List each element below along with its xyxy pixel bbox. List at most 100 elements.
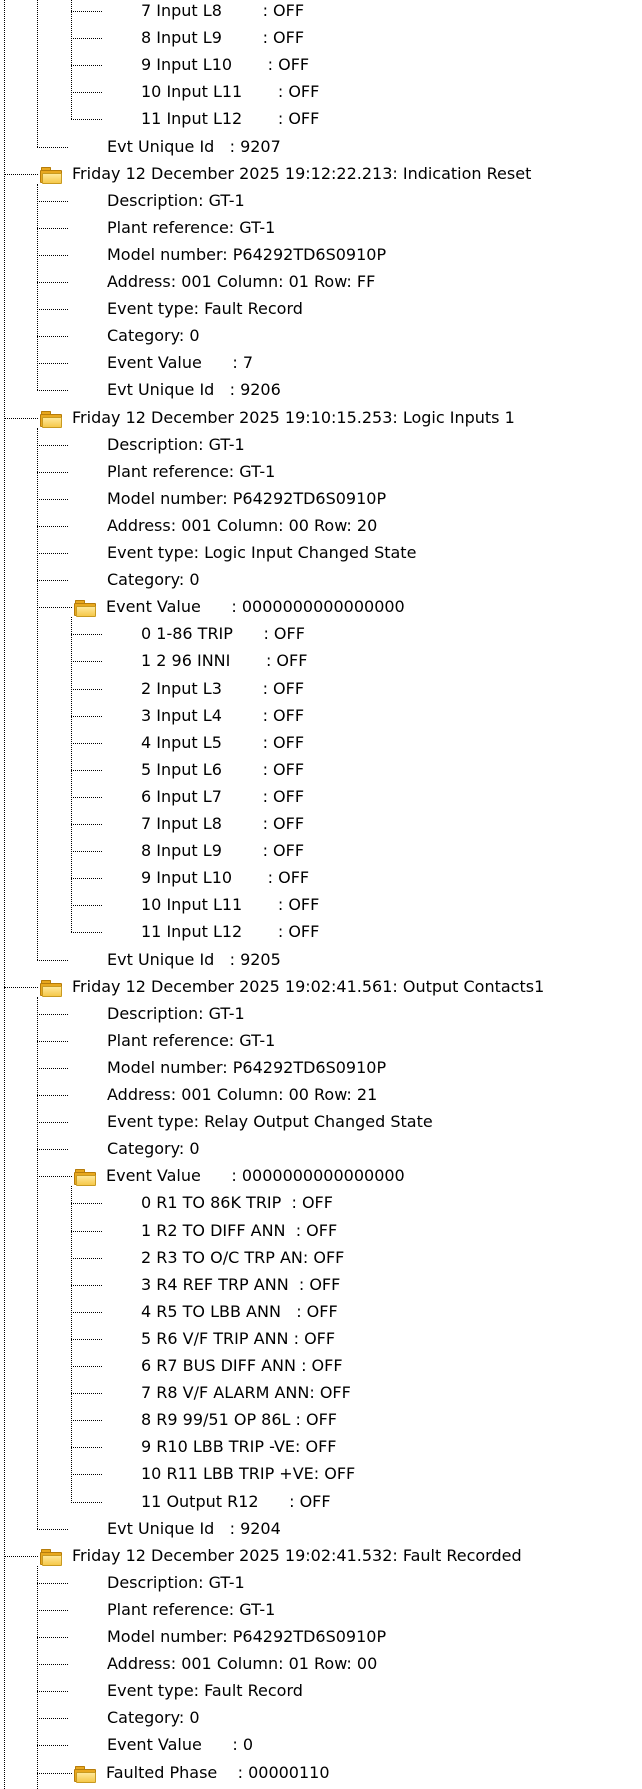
event-tree: 7 Input L8 : OFF 8 Input L9 : OFF 9 Input …: [0, 0, 642, 1789]
event-value-node-label[interactable]: Faulted Phase : 00000110: [106, 1762, 330, 1784]
tree-connector-stub: [37, 1176, 72, 1178]
tree-connector-stub: [37, 525, 68, 527]
event-field-label: Address: 001 Column: 01 Row: 00: [107, 1654, 378, 1674]
tree-connector-stub: [71, 1230, 102, 1232]
tree-connector-stub: [71, 1366, 102, 1367]
tree-connector-stub: [71, 824, 102, 825]
tree-connector-stub: [37, 1609, 68, 1611]
event-field-label: 11 Output R12 : OFF: [141, 1491, 331, 1511]
event-field-label: 3 R4 REF TRP ANN : OFF: [141, 1274, 341, 1294]
event-field-label: Evt Unique Id : 9204: [107, 1518, 281, 1538]
event-field-label: Event Value : 0: [107, 1735, 254, 1755]
tree-connector-stub: [37, 1067, 68, 1069]
event-field-label: 7 Input L8 : OFF: [141, 1, 305, 20]
event-field-label: Plant reference: GT-1: [107, 1030, 276, 1050]
folder-icon[interactable]: [40, 1548, 62, 1566]
event-value-node-label[interactable]: Event Value : 0000000000000000: [106, 596, 405, 618]
tree-connector-stub: [71, 1311, 102, 1313]
event-field-label: Description: GT-1: [107, 434, 245, 454]
event-field-label: 0 R1 TO 86K TRIP : OFF: [141, 1193, 333, 1213]
event-field-label: 7 Input L8 : OFF: [141, 814, 305, 833]
tree-connector-stub: [71, 851, 102, 853]
tree-connector-stub: [37, 1149, 68, 1151]
tree-connector-line: [4, 0, 5, 1789]
event-field-label: Evt Unique Id : 9205: [107, 949, 281, 969]
tree-connector-stub: [37, 390, 68, 392]
tree-connector-stub: [71, 1257, 102, 1259]
folder-icon[interactable]: [40, 410, 62, 428]
folder-icon[interactable]: [74, 1765, 96, 1783]
event-field-label: Event type: Fault Record: [107, 1681, 303, 1701]
folder-icon[interactable]: [74, 599, 96, 618]
tree-connector-line: [37, 427, 38, 960]
tree-connector-stub: [71, 1393, 102, 1395]
tree-connector-stub: [37, 1637, 68, 1638]
tree-connector-stub: [37, 336, 68, 338]
event-field-label: 5 Input L6 : OFF: [141, 759, 305, 779]
tree-connector-stub: [37, 200, 68, 202]
tree-connector-stub: [37, 1745, 68, 1747]
event-field-label: Category: 0: [107, 570, 200, 590]
tree-connector-stub: [37, 1095, 68, 1096]
tree-connector-stub: [4, 417, 38, 419]
event-field-label: Event Value : 7: [107, 353, 254, 373]
tree-connector-stub: [4, 1555, 38, 1557]
tree-connector-stub: [71, 1203, 102, 1205]
event-field-label: Model number: P64292TD6S0910P: [107, 1057, 387, 1077]
event-field-label: 10 Input L11 : OFF: [141, 895, 320, 915]
event-field-label: 8 Input L9 : OFF: [141, 841, 305, 861]
event-field-label: 11 Input L12 : OFF: [141, 922, 320, 942]
tree-connector-stub: [71, 1338, 102, 1340]
tree-connector-stub: [71, 905, 102, 907]
event-field-label: 4 R5 TO LBB ANN : OFF: [141, 1301, 338, 1321]
event-field-label: Address: 001 Column: 00 Row: 20: [107, 515, 378, 535]
tree-connector-line: [71, 617, 72, 933]
tree-connector-stub: [37, 1718, 68, 1720]
tree-connector-stub: [71, 1420, 102, 1422]
tree-connector-stub: [37, 1122, 68, 1124]
tree-connector-stub: [71, 769, 102, 771]
tree-connector-stub: [71, 796, 102, 798]
event-field-label: 9 Input L10 : OFF: [141, 55, 310, 75]
event-field-label: Category: 0: [107, 1708, 200, 1728]
event-field-label: 10 R11 LBB TRIP +VE: OFF: [141, 1464, 356, 1484]
tree-connector-stub: [71, 11, 102, 12]
tree-connector-stub: [37, 254, 68, 256]
event-field-label: Model number: P64292TD6S0910P: [107, 1627, 387, 1646]
event-field-label: 6 R7 BUS DIFF ANN : OFF: [141, 1356, 343, 1375]
event-field-label: Description: GT-1: [107, 190, 245, 210]
tree-connector-stub: [71, 1501, 102, 1503]
event-field-label: 11 Input L12 : OFF: [141, 109, 320, 129]
tree-connector-stub: [71, 742, 102, 744]
tree-connector-stub: [71, 634, 102, 636]
event-node-label[interactable]: Friday 12 December 2025 19:02:41.561: Ou…: [72, 976, 544, 998]
tree-connector-stub: [71, 715, 102, 717]
folder-icon[interactable]: [74, 1168, 96, 1187]
event-field-label: Event type: Logic Input Changed State: [107, 543, 417, 562]
event-field-label: Plant reference: GT-1: [107, 1599, 276, 1619]
tree-connector-stub: [71, 92, 102, 94]
tree-connector-stub: [71, 1447, 102, 1449]
event-node-label[interactable]: Friday 12 December 2025 19:02:41.532: Fa…: [72, 1545, 522, 1567]
event-node-label[interactable]: Friday 12 December 2025 19:10:15.253: Lo…: [72, 407, 515, 429]
tree-connector-stub: [71, 878, 102, 880]
tree-connector-stub: [37, 553, 68, 554]
tree-connector-stub: [71, 1474, 102, 1476]
event-field-label: Evt Unique Id : 9206: [107, 380, 281, 400]
event-node-label[interactable]: Friday 12 December 2025 19:12:22.213: In…: [72, 163, 531, 185]
event-field-label: 2 Input L3 : OFF: [141, 678, 305, 698]
event-field-label: Model number: P64292TD6S0910P: [107, 488, 387, 508]
tree-connector-stub: [71, 932, 102, 934]
tree-connector-stub: [71, 65, 102, 67]
event-field-label: Category: 0: [107, 1139, 200, 1159]
event-field-label: 3 Input L4 : OFF: [141, 705, 305, 725]
event-field-label: Plant reference: GT-1: [107, 217, 276, 237]
tree-connector-line: [37, 996, 38, 1529]
event-field-label: 7 R8 V/F ALARM ANN: OFF: [141, 1383, 351, 1403]
folder-icon[interactable]: [40, 166, 62, 184]
folder-icon[interactable]: [40, 979, 62, 997]
event-field-label: Address: 001 Column: 00 Row: 21: [107, 1085, 378, 1104]
tree-connector-stub: [37, 607, 72, 609]
event-value-node-label[interactable]: Event Value : 0000000000000000: [106, 1165, 405, 1187]
event-field-label: 1 2 96 INNI : OFF: [141, 651, 308, 671]
